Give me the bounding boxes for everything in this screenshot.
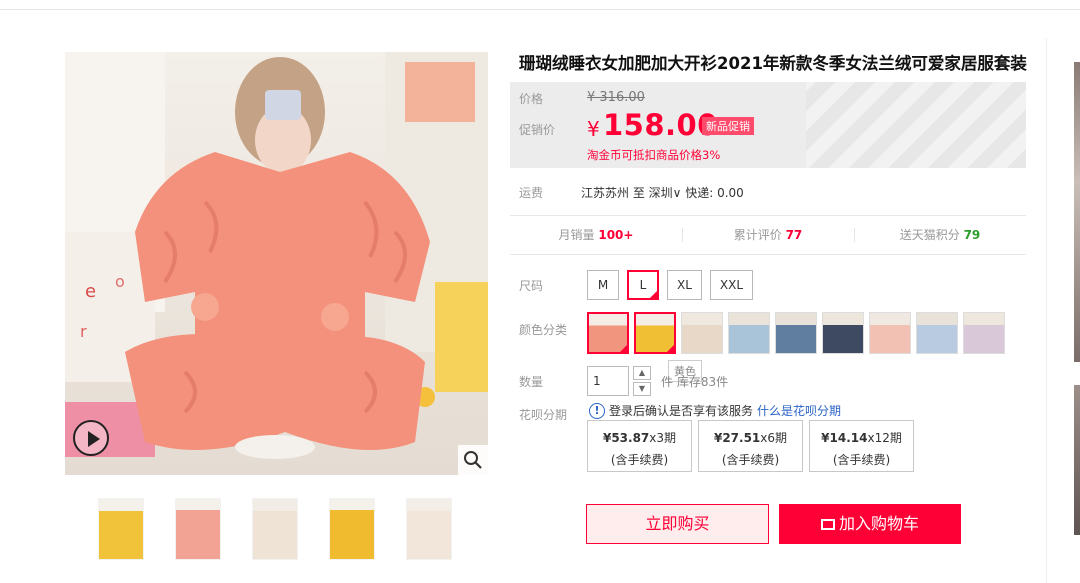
- svg-text:o: o: [115, 272, 125, 291]
- thumbnail-1[interactable]: [98, 498, 144, 560]
- info-icon: !: [589, 402, 605, 419]
- side-image-strip-2[interactable]: [1074, 385, 1080, 535]
- zoom-button[interactable]: [458, 445, 488, 475]
- play-video-button[interactable]: [73, 420, 109, 456]
- installment-option-3[interactable]: ¥53.87x3期 (含手续费): [587, 420, 692, 472]
- review-count[interactable]: 累计评价 77: [682, 216, 854, 254]
- add-to-cart-label: 加入购物车: [838, 514, 919, 533]
- divider: [510, 254, 1026, 255]
- color-swatch-7[interactable]: [869, 312, 911, 354]
- quantity-decrease-button[interactable]: ▼: [633, 382, 651, 396]
- color-swatch-9[interactable]: [963, 312, 1005, 354]
- installment-option-6[interactable]: ¥27.51x6期 (含手续费): [698, 420, 803, 472]
- installment-help-link[interactable]: 什么是花呗分期: [757, 402, 841, 419]
- price-label: 价格: [519, 92, 544, 106]
- cart-icon: [820, 519, 835, 530]
- coin-discount-note: 淘金币可抵扣商品价格3%: [587, 148, 721, 162]
- right-divider: [1046, 38, 1047, 583]
- top-divider: [0, 9, 1080, 10]
- installment-option-12[interactable]: ¥14.14x12期 (含手续费): [809, 420, 914, 472]
- main-product-image[interactable]: e o r: [65, 52, 488, 475]
- thumbnail-3[interactable]: [252, 498, 298, 560]
- svg-text:r: r: [80, 322, 87, 341]
- size-label: 尺码: [519, 279, 544, 293]
- color-label: 颜色分类: [519, 323, 568, 337]
- buy-now-button[interactable]: 立即购买: [586, 504, 769, 544]
- thumbnail-list: [98, 498, 452, 560]
- quantity-increase-button[interactable]: ▲: [633, 366, 651, 380]
- color-options: [587, 312, 1005, 354]
- color-swatch-2[interactable]: [634, 312, 676, 354]
- monthly-sales-value: 100+: [598, 228, 634, 242]
- review-count-value: 77: [785, 228, 803, 242]
- sales-stats: 月销量 100+ 累计评价 77 送天猫积分 79: [510, 216, 1026, 254]
- color-swatch-8[interactable]: [916, 312, 958, 354]
- thumbnail-5[interactable]: [406, 498, 452, 560]
- installment-label: 花呗分期: [519, 408, 568, 422]
- thumbnail-4[interactable]: [329, 498, 375, 560]
- svg-text:e: e: [85, 281, 96, 302]
- side-image-strip-1[interactable]: [1074, 62, 1080, 362]
- size-options: M L XL XXL: [587, 270, 754, 300]
- quantity-input[interactable]: 1: [587, 366, 629, 396]
- quantity-label: 数量: [519, 375, 544, 389]
- installment-info-text: 登录后确认是否享有该服务: [609, 404, 754, 418]
- color-swatch-4[interactable]: [728, 312, 770, 354]
- add-to-cart-button[interactable]: 加入购物车: [779, 504, 961, 544]
- color-swatch-1[interactable]: [587, 312, 629, 354]
- shipping-label: 运费: [519, 186, 544, 200]
- original-price: ¥ 316.00: [587, 90, 645, 105]
- magnifier-icon: [464, 451, 482, 469]
- installment-options: ¥53.87x3期 (含手续费) ¥27.51x6期 (含手续费) ¥14.14…: [587, 420, 914, 472]
- size-option-xxl[interactable]: XXL: [709, 270, 754, 300]
- product-title: 珊瑚绒睡衣女加肥加大开衫2021年新款冬季女法兰绒可爱家居服套装: [519, 54, 1027, 73]
- monthly-sales: 月销量 100+: [558, 228, 634, 242]
- tmall-points: 送天猫积分 79: [854, 216, 1026, 254]
- color-swatch-6[interactable]: [822, 312, 864, 354]
- product-photo: e o r: [65, 52, 488, 459]
- size-option-xl[interactable]: XL: [667, 270, 702, 300]
- shipping-detail[interactable]: 江苏苏州 至 深圳∨ 快递: 0.00: [581, 184, 744, 201]
- color-swatch-5[interactable]: [775, 312, 817, 354]
- installment-info: ! 登录后确认是否享有该服务 什么是花呗分期: [589, 402, 841, 419]
- color-swatch-3[interactable]: [681, 312, 723, 354]
- stock-text: 件 库存83件: [661, 375, 729, 389]
- currency-symbol: ¥: [587, 117, 600, 141]
- size-option-l[interactable]: L: [627, 270, 659, 300]
- thumbnail-2[interactable]: [175, 498, 221, 560]
- promo-price-label: 促销价: [519, 123, 556, 137]
- size-option-m[interactable]: M: [587, 270, 619, 300]
- promo-price: 158.00: [603, 108, 718, 142]
- promo-badge: 新品促销: [702, 117, 754, 135]
- tmall-points-value: 79: [963, 228, 981, 242]
